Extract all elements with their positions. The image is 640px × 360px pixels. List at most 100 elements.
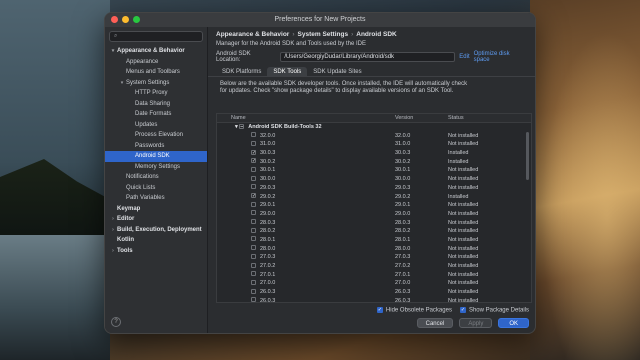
tab-sdk-tools[interactable]: SDK Tools bbox=[267, 67, 308, 76]
sidebar-item[interactable]: Path Variables bbox=[105, 193, 207, 204]
row-name: 31.0.0 bbox=[260, 141, 276, 148]
table-row[interactable]: 28.0.2 28.0.2 Not installed bbox=[217, 227, 531, 236]
sidebar-item[interactable]: Android SDK bbox=[105, 151, 207, 162]
row-checkbox[interactable] bbox=[251, 210, 256, 216]
sdk-tabs: SDK Platforms SDK Tools SDK Update Sites bbox=[208, 67, 535, 77]
column-status[interactable]: Status bbox=[448, 114, 508, 122]
row-checkbox[interactable] bbox=[251, 236, 256, 242]
optimize-disk-space-link[interactable]: Optimize disk space bbox=[474, 51, 527, 63]
row-checkbox[interactable]: ✓ bbox=[251, 149, 256, 155]
tab-sdk-update-sites[interactable]: SDK Update Sites bbox=[307, 67, 367, 76]
sidebar-item[interactable]: Keymap bbox=[105, 204, 207, 215]
expand-arrow-icon[interactable]: › bbox=[109, 225, 117, 236]
settings-search-input[interactable]: ⌕ bbox=[109, 31, 203, 42]
hide-obsolete-checkbox[interactable]: ✓ bbox=[376, 307, 383, 313]
sidebar-item[interactable]: Menus and Toolbars bbox=[105, 67, 207, 78]
sidebar-item[interactable]: › Build, Execution, Deployment bbox=[105, 225, 207, 236]
expand-arrow-icon[interactable]: › bbox=[109, 214, 117, 225]
row-checkbox[interactable]: ✓ bbox=[251, 158, 256, 164]
table-row[interactable]: 26.0.3 26.0.3 Not installed bbox=[217, 288, 531, 297]
sidebar-item[interactable]: Updates bbox=[105, 120, 207, 131]
show-details-option[interactable]: ✓ Show Package Details bbox=[459, 307, 529, 314]
edit-location-link[interactable]: Edit bbox=[459, 54, 469, 60]
table-row[interactable]: 26.0.3 26.0.3 Not installed bbox=[217, 297, 531, 302]
sidebar-item[interactable]: Appearance bbox=[105, 57, 207, 68]
row-checkbox[interactable] bbox=[251, 227, 256, 233]
ok-button[interactable]: OK bbox=[498, 318, 529, 328]
table-group-row[interactable]: ▾ – Android SDK Build-Tools 32 bbox=[217, 123, 531, 132]
table-row[interactable]: 28.0.1 28.0.1 Not installed bbox=[217, 236, 531, 245]
table-row[interactable]: 27.0.2 27.0.2 Not installed bbox=[217, 262, 531, 271]
sidebar-item[interactable]: Kotlin bbox=[105, 235, 207, 246]
sidebar-item[interactable]: Memory Settings bbox=[105, 162, 207, 173]
table-row[interactable]: 27.0.3 27.0.3 Not installed bbox=[217, 253, 531, 262]
sidebar-item[interactable]: › Editor bbox=[105, 214, 207, 225]
maximize-window-button[interactable] bbox=[133, 16, 140, 23]
row-checkbox[interactable] bbox=[251, 175, 256, 181]
sdk-location-row: Android SDK Location: /Users/GeorgiyDuda… bbox=[208, 51, 535, 63]
row-checkbox[interactable] bbox=[251, 279, 256, 285]
row-checkbox[interactable]: ✓ bbox=[251, 193, 256, 199]
sidebar-item[interactable]: Passwords bbox=[105, 141, 207, 152]
column-version[interactable]: Version bbox=[395, 114, 448, 122]
group-checkbox[interactable]: – bbox=[239, 123, 245, 129]
sidebar-item[interactable]: Data Sharing bbox=[105, 99, 207, 110]
row-checkbox[interactable] bbox=[251, 245, 256, 251]
breadcrumb-system-settings[interactable]: System Settings bbox=[298, 31, 349, 38]
row-checkbox[interactable] bbox=[251, 132, 256, 138]
row-checkbox[interactable] bbox=[251, 262, 256, 268]
column-name[interactable]: Name bbox=[217, 114, 395, 122]
table-row[interactable]: 32.0.0 32.0.0 Not installed bbox=[217, 132, 531, 141]
table-row[interactable]: ✓ 29.0.2 29.0.2 Installed bbox=[217, 193, 531, 202]
sdk-tools-table: Name Version Status ▾ – Android SDK Build… bbox=[216, 113, 532, 303]
row-checkbox[interactable] bbox=[251, 219, 256, 225]
table-row[interactable]: 30.0.1 30.0.1 Not installed bbox=[217, 166, 531, 175]
row-checkbox[interactable] bbox=[251, 288, 256, 294]
table-row[interactable]: 29.0.1 29.0.1 Not installed bbox=[217, 201, 531, 210]
row-checkbox[interactable] bbox=[251, 271, 256, 277]
row-name: 29.0.0 bbox=[260, 210, 276, 217]
table-row[interactable]: 28.0.0 28.0.0 Not installed bbox=[217, 245, 531, 254]
table-scrollbar[interactable] bbox=[526, 132, 529, 180]
sdk-location-field[interactable]: /Users/GeorgiyDudar/Library/Android/sdk bbox=[280, 52, 456, 62]
table-row[interactable]: ✓ 30.0.2 30.0.2 Installed bbox=[217, 158, 531, 167]
apply-button[interactable]: Apply bbox=[459, 318, 493, 328]
sidebar-item-label: Keymap bbox=[117, 205, 141, 212]
row-version: 29.0.2 bbox=[395, 193, 411, 200]
table-row[interactable]: 27.0.1 27.0.1 Not installed bbox=[217, 271, 531, 280]
row-checkbox[interactable] bbox=[251, 184, 256, 190]
table-row[interactable]: 31.0.0 31.0.0 Not installed bbox=[217, 140, 531, 149]
cancel-button[interactable]: Cancel bbox=[416, 318, 454, 328]
expand-arrow-icon[interactable]: ▾ bbox=[118, 78, 126, 89]
row-checkbox[interactable] bbox=[251, 201, 256, 207]
row-checkbox[interactable] bbox=[251, 297, 256, 302]
breadcrumb-appearance[interactable]: Appearance & Behavior bbox=[216, 31, 289, 38]
table-row[interactable]: 29.0.3 29.0.3 Not installed bbox=[217, 184, 531, 193]
table-row[interactable]: 30.0.0 30.0.0 Not installed bbox=[217, 175, 531, 184]
sidebar-item[interactable]: › Tools bbox=[105, 246, 207, 257]
sidebar-item[interactable]: Process Elevation bbox=[105, 130, 207, 141]
help-button[interactable]: ? bbox=[111, 317, 121, 327]
table-row[interactable]: 28.0.3 28.0.3 Not installed bbox=[217, 219, 531, 228]
tab-sdk-platforms[interactable]: SDK Platforms bbox=[216, 67, 267, 76]
table-row[interactable]: ✓ 30.0.3 30.0.3 Installed bbox=[217, 149, 531, 158]
expand-arrow-icon[interactable]: ▾ bbox=[109, 46, 117, 57]
row-checkbox[interactable] bbox=[251, 140, 256, 146]
close-window-button[interactable] bbox=[111, 16, 118, 23]
row-checkbox[interactable] bbox=[251, 253, 256, 259]
show-details-checkbox[interactable]: ✓ bbox=[459, 307, 466, 313]
sidebar-item[interactable]: ▾ System Settings bbox=[105, 78, 207, 89]
sidebar-item[interactable]: Notifications bbox=[105, 172, 207, 183]
table-row[interactable]: 27.0.0 27.0.0 Not installed bbox=[217, 279, 531, 288]
table-row[interactable]: 29.0.0 29.0.0 Not installed bbox=[217, 210, 531, 219]
sidebar-item[interactable]: Quick Lists bbox=[105, 183, 207, 194]
hide-obsolete-option[interactable]: ✓ Hide Obsolete Packages bbox=[376, 307, 452, 314]
sidebar-item-label: Quick Lists bbox=[126, 184, 156, 191]
expand-arrow-icon[interactable]: › bbox=[109, 246, 117, 257]
sidebar-item[interactable]: HTTP Proxy bbox=[105, 88, 207, 99]
sidebar-item[interactable]: ▾ Appearance & Behavior bbox=[105, 46, 207, 57]
row-checkbox[interactable] bbox=[251, 166, 256, 172]
minimize-window-button[interactable] bbox=[122, 16, 129, 23]
sidebar-item[interactable]: Date Formats bbox=[105, 109, 207, 120]
row-name: 32.0.0 bbox=[260, 132, 276, 139]
